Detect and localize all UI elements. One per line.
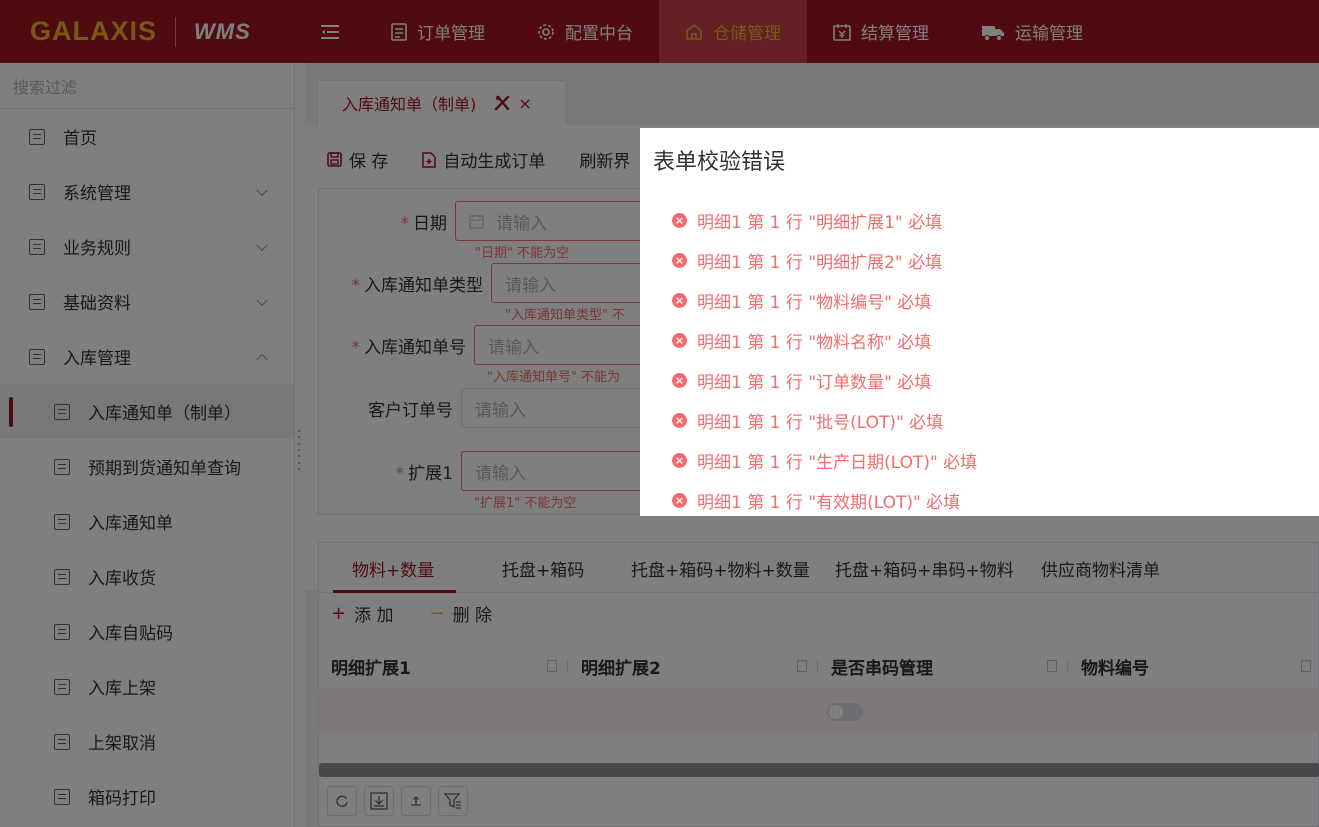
list-item: × 明细1 第 1 行 "批号(LOT)" 必填 [672, 400, 977, 440]
error-circle-icon: × [672, 212, 687, 228]
dialog-title: 表单校验错误 [653, 150, 786, 175]
list-item: × 明细1 第 1 行 "物料名称" 必填 [672, 320, 977, 360]
list-item: × 明细1 第 1 行 "生产日期(LOT)" 必填 [672, 440, 977, 480]
error-circle-icon: × [672, 372, 687, 388]
error-list: × 明细1 第 1 行 "明细扩展1" 必填 × 明细1 第 1 行 "明细扩展2"… [672, 200, 977, 520]
list-item: × 明细1 第 1 行 "物料编号" 必填 [672, 280, 977, 320]
list-item: × 明细1 第 1 行 "明细扩展2" 必填 [672, 240, 977, 280]
error-circle-icon: × [672, 332, 687, 348]
error-circle-icon: × [672, 292, 687, 308]
error-circle-icon: × [672, 252, 687, 268]
error-circle-icon: × [672, 412, 687, 428]
list-item: × 明细1 第 1 行 "明细扩展1" 必填 [672, 200, 977, 240]
error-circle-icon: × [672, 452, 687, 468]
list-item: × 明细1 第 1 行 "有效期(LOT)" 必填 [672, 480, 977, 520]
validation-error-dialog: 表单校验错误 × 明细1 第 1 行 "明细扩展1" 必填 × 明细1 第 1 行 … [640, 128, 1319, 516]
list-item: × 明细1 第 1 行 "订单数量" 必填 [672, 360, 977, 400]
error-circle-icon: × [672, 492, 687, 508]
